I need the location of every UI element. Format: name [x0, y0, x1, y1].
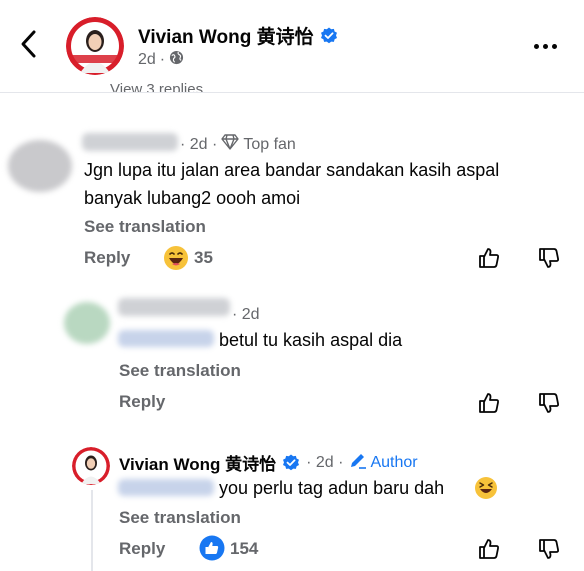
thread-line — [91, 490, 93, 571]
thumbs-up-icon[interactable] — [477, 246, 501, 275]
post-meta: 2d · — [138, 50, 184, 70]
comment-text: betul tu kasih aspal dia — [219, 330, 403, 350]
globe-icon — [169, 50, 184, 70]
back-arrow-icon[interactable] — [14, 28, 46, 60]
reaction-count[interactable]: 35 — [194, 248, 213, 268]
reply-button[interactable]: Reply — [119, 392, 165, 412]
author-name[interactable]: Vivian Wong 黄诗怡 — [138, 22, 314, 49]
top-fan-badge: Top fan — [243, 135, 296, 153]
comment-text: Jgn lupa itu jalan area bandar sandakan … — [84, 160, 500, 208]
avatar[interactable] — [8, 140, 72, 192]
avatar[interactable] — [72, 447, 110, 485]
pencil-icon — [349, 451, 367, 474]
thumbs-down-icon[interactable] — [537, 537, 561, 566]
comment-author-row: Vivian Wong 黄诗怡 · 2d · Author — [119, 450, 418, 475]
reply-button[interactable]: Reply — [84, 248, 130, 268]
like-reaction-icon[interactable] — [199, 535, 225, 566]
verified-badge-icon — [320, 27, 338, 45]
laughing-emoji-icon[interactable] — [163, 245, 189, 276]
thumbs-down-icon[interactable] — [537, 246, 561, 275]
comment-time: · 2d · — [180, 135, 218, 153]
mention-redacted — [118, 330, 214, 347]
post-time: 2d — [138, 51, 156, 68]
thumbs-up-icon[interactable] — [477, 391, 501, 420]
reaction-count[interactable]: 154 — [230, 539, 258, 559]
commenter-name-redacted[interactable] — [118, 298, 230, 316]
author-badge: Author — [349, 451, 418, 474]
see-translation-link[interactable]: See translation — [119, 361, 241, 381]
thumbs-down-icon[interactable] — [537, 391, 561, 420]
reply-button[interactable]: Reply — [119, 539, 165, 559]
mention-redacted — [118, 479, 214, 496]
comment-meta: · 2d · Top fan — [180, 134, 296, 155]
thumbs-up-icon[interactable] — [477, 537, 501, 566]
see-translation-link[interactable]: See translation — [119, 508, 241, 528]
diamond-icon — [221, 134, 240, 155]
grinning-squint-emoji-icon — [474, 476, 498, 505]
more-options-icon[interactable] — [534, 36, 561, 54]
commenter-name-redacted[interactable] — [82, 133, 178, 151]
comment-time: · 2d · — [306, 453, 344, 471]
view-replies-link[interactable]: View 3 replies — [110, 80, 203, 92]
avatar[interactable] — [64, 302, 110, 344]
see-translation-link[interactable]: See translation — [84, 217, 206, 237]
verified-badge-icon — [282, 454, 300, 472]
comment-text: you perlu tag adun baru dah — [219, 478, 445, 498]
author-name[interactable]: Vivian Wong 黄诗怡 — [119, 450, 276, 475]
page-title[interactable]: Vivian Wong 黄诗怡 — [138, 22, 338, 49]
comment-meta: · 2d — [232, 306, 260, 324]
comment-time: · 2d — [232, 306, 260, 323]
avatar[interactable] — [66, 17, 124, 75]
